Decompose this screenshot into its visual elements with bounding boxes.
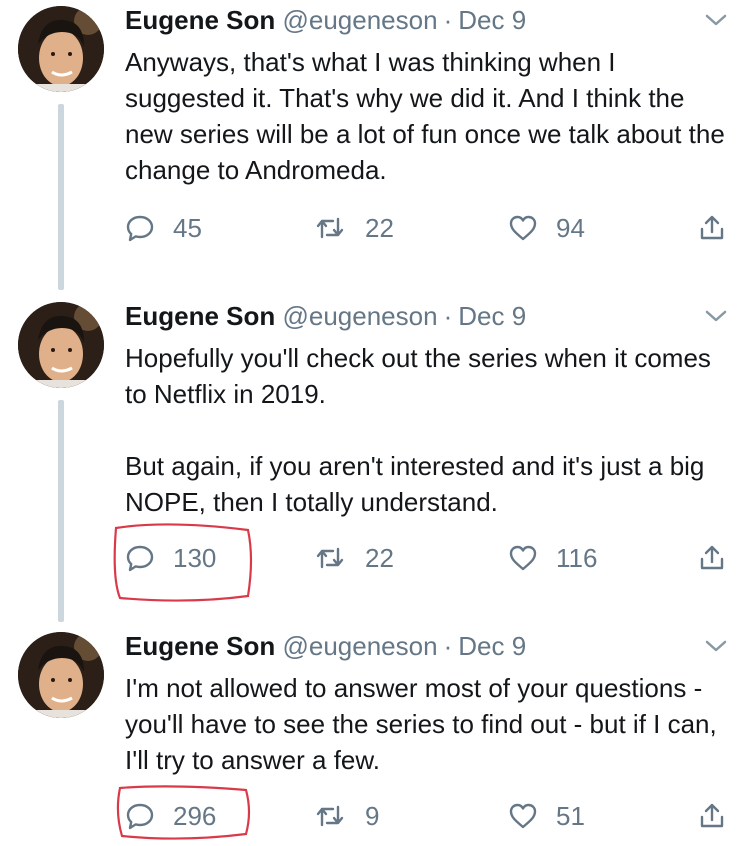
thread-line xyxy=(58,400,64,622)
share-button[interactable] xyxy=(697,796,727,836)
reply-button[interactable]: 45 xyxy=(125,208,202,248)
tweet-date[interactable]: Dec 9 xyxy=(458,5,526,35)
retweet-count: 22 xyxy=(365,212,394,243)
like-button[interactable]: 94 xyxy=(508,208,585,248)
avatar[interactable] xyxy=(18,632,104,718)
author-name[interactable]: Eugene Son xyxy=(125,631,275,661)
tweet-actions: 45 22 94 xyxy=(125,208,735,248)
share-button[interactable] xyxy=(697,538,727,578)
author-handle[interactable]: @eugeneson xyxy=(282,301,437,331)
tweet-text: Hopefully you'll check out the series wh… xyxy=(125,343,711,517)
reply-count: 45 xyxy=(173,212,202,243)
author-handle[interactable]: @eugeneson xyxy=(282,631,437,661)
author-handle[interactable]: @eugeneson xyxy=(282,5,437,35)
share-icon xyxy=(700,803,724,828)
like-button[interactable]: 116 xyxy=(508,538,597,578)
tweet-actions: 130 22 116 xyxy=(125,538,735,578)
reply-button[interactable]: 296 xyxy=(125,796,216,836)
retweet-button[interactable]: 22 xyxy=(313,208,394,248)
tweet-2[interactable]: Eugene Son @eugeneson · Dec 9 Hopefully yo… xyxy=(0,296,750,626)
like-button[interactable]: 51 xyxy=(508,796,585,836)
reply-icon xyxy=(126,215,154,242)
tweet-text: I'm not allowed to answer most of your q… xyxy=(125,673,717,775)
heart-icon xyxy=(509,545,537,571)
retweet-count: 9 xyxy=(365,800,380,831)
avatar[interactable] xyxy=(18,302,104,388)
retweet-button[interactable]: 9 xyxy=(313,796,379,836)
tweet-3[interactable]: Eugene Son @eugeneson · Dec 9 I'm not allo… xyxy=(0,626,750,846)
share-button[interactable] xyxy=(697,208,727,248)
tweet-actions: 296 9 51 xyxy=(125,796,735,836)
tweet-header: Eugene Son @eugeneson · Dec 9 xyxy=(125,630,526,662)
like-count: 116 xyxy=(556,542,598,573)
share-icon xyxy=(700,545,724,570)
reply-button[interactable]: 130 xyxy=(125,538,216,578)
author-name[interactable]: Eugene Son xyxy=(125,5,275,35)
tweet-date[interactable]: Dec 9 xyxy=(458,631,526,661)
reply-count: 296 xyxy=(173,800,217,831)
like-count: 94 xyxy=(556,212,585,243)
author-name[interactable]: Eugene Son xyxy=(125,301,275,331)
chevron-down-icon[interactable] xyxy=(703,306,729,326)
heart-icon xyxy=(509,215,537,241)
share-icon xyxy=(700,215,724,240)
avatar[interactable] xyxy=(18,6,104,92)
tweet-header: Eugene Son @eugeneson · Dec 9 xyxy=(125,300,526,332)
thread-line xyxy=(58,104,64,290)
tweet-text: Anyways, that's what I was thinking when… xyxy=(125,47,725,185)
tweet-header: Eugene Son @eugeneson · Dec 9 xyxy=(125,4,526,36)
heart-icon xyxy=(509,803,537,829)
retweet-icon xyxy=(316,217,344,239)
reply-icon xyxy=(126,803,154,830)
separator: · xyxy=(443,301,453,331)
reply-icon xyxy=(126,545,154,572)
retweet-icon xyxy=(316,805,344,827)
reply-count: 130 xyxy=(173,542,217,573)
retweet-icon xyxy=(316,547,344,569)
retweet-count: 22 xyxy=(365,542,394,573)
separator: · xyxy=(443,631,453,661)
tweet-1[interactable]: Eugene Son @eugeneson · Dec 9 Anyways, tha… xyxy=(0,0,750,290)
chevron-down-icon[interactable] xyxy=(703,10,729,30)
separator: · xyxy=(443,5,453,35)
chevron-down-icon[interactable] xyxy=(703,636,729,656)
tweet-date[interactable]: Dec 9 xyxy=(458,301,526,331)
retweet-button[interactable]: 22 xyxy=(313,538,394,578)
like-count: 51 xyxy=(556,800,585,831)
